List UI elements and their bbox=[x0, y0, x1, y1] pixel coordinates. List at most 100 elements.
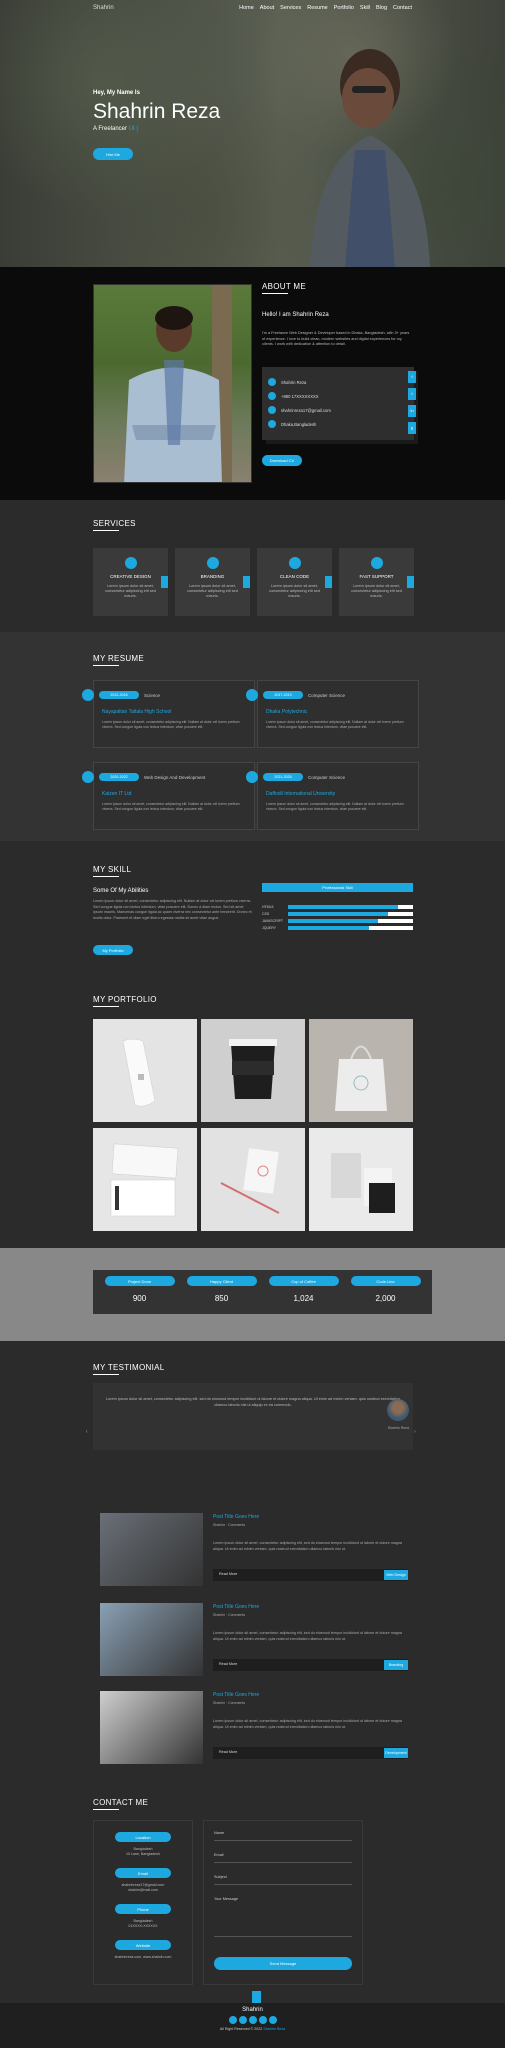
portfolio-item-cups[interactable] bbox=[309, 1128, 413, 1231]
nav-item-skill[interactable]: Skill bbox=[360, 5, 370, 11]
graduation-icon bbox=[246, 689, 258, 701]
service-card: CLEAN CODE Lorem ipsum dolor sit amet, co… bbox=[257, 548, 332, 616]
facebook-icon[interactable] bbox=[228, 2016, 237, 2024]
service-title: CLEAN CODE bbox=[279, 574, 310, 579]
footer-copyright-author[interactable]: Shahrin Reza bbox=[263, 2027, 285, 2031]
contact-title: CONTACT ME bbox=[93, 1798, 148, 1810]
contact-info-label: Phone bbox=[115, 1904, 171, 1914]
portfolio-bag-image bbox=[93, 1019, 197, 1122]
portfolio-item-cup[interactable] bbox=[201, 1019, 305, 1122]
service-card: CREATIVE DESIGN Lorem ipsum dolor sit ame… bbox=[93, 548, 168, 616]
portfolio-section: MY PORTFOLIO bbox=[0, 973, 505, 1248]
blog-tag[interactable]: Development bbox=[384, 1748, 408, 1758]
service-title: CREATIVE DESIGN bbox=[110, 574, 151, 579]
resume-card: 2020-2022 Web Design And Development Kaize… bbox=[82, 762, 255, 830]
contact-info-value: shahrinreza17@gmail.com shahrin@mail.com bbox=[121, 1883, 165, 1892]
hire-me-button[interactable]: Hire Me bbox=[93, 148, 133, 160]
blog-post-image[interactable] bbox=[100, 1691, 203, 1764]
github-icon[interactable]: g bbox=[408, 422, 416, 434]
email-field[interactable]: Email bbox=[214, 1853, 352, 1863]
about-contact-row: Shahrin Reza bbox=[262, 375, 414, 389]
blog-tag[interactable]: Branding bbox=[384, 1660, 408, 1670]
about-contact-value: shahrinreza17@gmail.com bbox=[281, 407, 331, 413]
testimonial-prev-icon[interactable]: ‹ bbox=[86, 1429, 88, 1435]
counters-section: Project Done 900 Happy Client 850 Cup of Cof… bbox=[0, 1248, 505, 1341]
subject-field[interactable]: Subject bbox=[214, 1875, 352, 1885]
phone-icon bbox=[268, 392, 276, 400]
about-contact-value: Shahrin Reza bbox=[281, 379, 307, 385]
linkedin-icon[interactable]: in bbox=[408, 405, 416, 417]
blog-post-image[interactable] bbox=[100, 1513, 203, 1586]
counter-box: Cup of Coffee 1,024 bbox=[257, 1270, 350, 1314]
read-more-link[interactable]: Read More bbox=[219, 1662, 237, 1666]
service-desc: Lorem ipsum dolor sit amet, consectetur … bbox=[351, 584, 402, 598]
blog-post-image[interactable] bbox=[100, 1603, 203, 1676]
scroll-top-icon[interactable] bbox=[252, 1991, 261, 2003]
portfolio-item-bag[interactable] bbox=[93, 1019, 197, 1122]
nav-item-portfolio[interactable]: Portfolio bbox=[334, 5, 354, 11]
linkedin-icon[interactable] bbox=[258, 2016, 267, 2024]
skill-heading: Some Of My Abilities bbox=[93, 888, 149, 894]
resume-heading: Nayapaltan Taltala High School bbox=[102, 709, 172, 715]
resume-heading: Daffodil International University bbox=[266, 791, 336, 797]
download-cv-button[interactable]: Download CV bbox=[262, 455, 302, 466]
twitter-icon[interactable] bbox=[238, 2016, 247, 2024]
instagram-icon[interactable] bbox=[248, 2016, 257, 2024]
nav-item-contact[interactable]: Contact bbox=[393, 5, 412, 11]
facebook-icon[interactable]: f bbox=[408, 371, 416, 383]
nav-item-services[interactable]: Services bbox=[280, 5, 301, 11]
testimonial-next-icon[interactable]: › bbox=[414, 1429, 416, 1435]
about-contact-value: Dhaka,Bangladesh bbox=[281, 421, 317, 427]
resume-subject: Web Design And Development bbox=[144, 774, 206, 780]
testimonial-section: MY TESTIMONIAL Lorem ipsum dolor sit ame… bbox=[0, 1341, 505, 1501]
top-nav: Shahrin Home About Services Resume Portfolio… bbox=[93, 5, 412, 11]
service-tab[interactable] bbox=[243, 576, 250, 588]
nav-item-blog[interactable]: Blog bbox=[376, 5, 387, 11]
resume-section: MY RESUME 2012-2016 Science Nayapaltan Tal… bbox=[0, 632, 505, 841]
read-more-link[interactable]: Read More bbox=[219, 1750, 237, 1754]
blog-post-title[interactable]: Post Title Goes Here bbox=[213, 1604, 259, 1610]
portfolio-item-shopping-bag[interactable] bbox=[309, 1019, 413, 1122]
about-hello: Hello! I am Shahrin Reza bbox=[262, 312, 329, 318]
site-logo[interactable]: Shahrin bbox=[93, 5, 114, 11]
nav-item-resume[interactable]: Resume bbox=[307, 5, 327, 11]
portfolio-item-cards[interactable] bbox=[93, 1128, 197, 1231]
send-message-button[interactable]: Send Message bbox=[214, 1957, 352, 1970]
message-field[interactable]: Your Message bbox=[214, 1897, 352, 1937]
blog-post-title[interactable]: Post Title Goes Here bbox=[213, 1692, 259, 1698]
blog-section: Post Title Goes Here Shahrin · Comments Lo… bbox=[0, 1501, 505, 1788]
service-tab[interactable] bbox=[407, 576, 414, 588]
service-tab[interactable] bbox=[325, 576, 332, 588]
blog-post-excerpt: Lorem ipsum dolor sit amet, consectetur … bbox=[213, 1541, 402, 1551]
my-portfolio-button[interactable]: My Portfolio bbox=[93, 945, 133, 955]
skill-row: HTML5 bbox=[262, 903, 413, 910]
nav-item-about[interactable]: About bbox=[260, 5, 274, 11]
portfolio-item-pen[interactable] bbox=[201, 1128, 305, 1231]
about-contact-row: Dhaka,Bangladesh bbox=[262, 417, 414, 431]
email-icon bbox=[268, 406, 276, 414]
service-desc: Lorem ipsum dolor sit amet, consectetur … bbox=[105, 584, 156, 598]
resume-card: 2012-2016 Science Nayapaltan Taltala High … bbox=[82, 680, 255, 748]
about-paragraph: I'm a Freelance Web Designer & Developer… bbox=[262, 331, 410, 346]
read-more-link[interactable]: Read More bbox=[219, 1572, 237, 1576]
resume-card: 2017-2019 Computer Science Dhaka Polytechn… bbox=[246, 680, 419, 748]
counter-label: Code Line bbox=[350, 1276, 421, 1286]
name-field[interactable]: Name bbox=[214, 1831, 352, 1841]
twitter-icon[interactable]: t bbox=[408, 388, 416, 400]
about-section: ABOUT ME Hello! I am Shahrin Reza I'm a … bbox=[0, 267, 505, 500]
about-social-bar: f t in g bbox=[408, 371, 416, 434]
location-icon bbox=[268, 420, 276, 428]
contact-info-box: Location Bangladesh 10 Lane, Bangladesh Em… bbox=[93, 1820, 193, 1985]
resume-heading: Kaizen IT Ltd bbox=[102, 791, 132, 797]
blog-post-title[interactable]: Post Title Goes Here bbox=[213, 1514, 259, 1520]
counter-label: Happy Client bbox=[186, 1276, 257, 1286]
resume-desc: Lorem ipsum dolor sit amet, consectetur … bbox=[266, 802, 404, 811]
testimonial-name: Shahrin Reza bbox=[387, 1426, 409, 1430]
resume-title: MY RESUME bbox=[93, 654, 144, 666]
service-tab[interactable] bbox=[161, 576, 168, 588]
github-icon[interactable] bbox=[268, 2016, 277, 2024]
resume-desc: Lorem ipsum dolor sit amet, consectetur … bbox=[102, 802, 240, 811]
about-photo bbox=[93, 284, 252, 483]
blog-tag[interactable]: Web Design bbox=[384, 1570, 408, 1580]
nav-item-home[interactable]: Home bbox=[239, 5, 254, 11]
